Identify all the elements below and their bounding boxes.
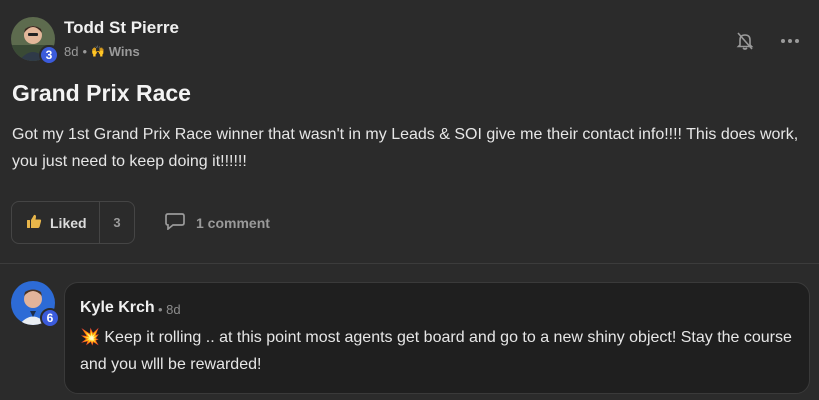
comment-body: Keep it rolling .. at this point most ag…: [80, 329, 792, 373]
comment-count-label: 1 comment: [196, 214, 270, 231]
post-title: Grand Prix Race: [12, 80, 191, 106]
author-level-badge: 3: [39, 45, 59, 65]
post-author-name[interactable]: Todd St Pierre: [64, 18, 179, 38]
comment-time: • 8d: [158, 302, 181, 317]
post-time: 8d: [64, 44, 79, 59]
thumbs-up-icon: [26, 213, 42, 232]
post-category[interactable]: Wins: [109, 44, 140, 59]
more-options-icon[interactable]: [779, 30, 801, 52]
comment-button[interactable]: 1 comment: [164, 212, 270, 233]
comment-icon: [164, 212, 186, 233]
section-divider: [0, 263, 819, 264]
post-meta: 8d • 🙌 Wins: [64, 44, 140, 59]
commenter-level-badge: 6: [40, 308, 60, 328]
like-button[interactable]: Liked: [12, 202, 100, 243]
collision-emoji: 💥: [80, 329, 100, 346]
meta-separator: •: [82, 44, 88, 59]
category-emoji: 🙌: [91, 46, 105, 58]
post-body: Got my 1st Grand Prix Race winner that w…: [12, 126, 799, 170]
like-control: Liked 3: [11, 201, 135, 244]
bell-icon[interactable]: [734, 30, 756, 52]
comment-author-name[interactable]: Kyle Krch: [80, 299, 155, 317]
post-card: 3 Todd St Pierre 8d • 🙌 Wins Grand Prix …: [0, 0, 819, 263]
like-label: Liked: [50, 214, 87, 231]
like-count[interactable]: 3: [100, 215, 134, 230]
comment-bubble: Kyle Krch • 8d 💥 Keep it rolling .. at t…: [64, 282, 810, 394]
comment-text: 💥 Keep it rolling .. at this point most …: [80, 324, 795, 378]
